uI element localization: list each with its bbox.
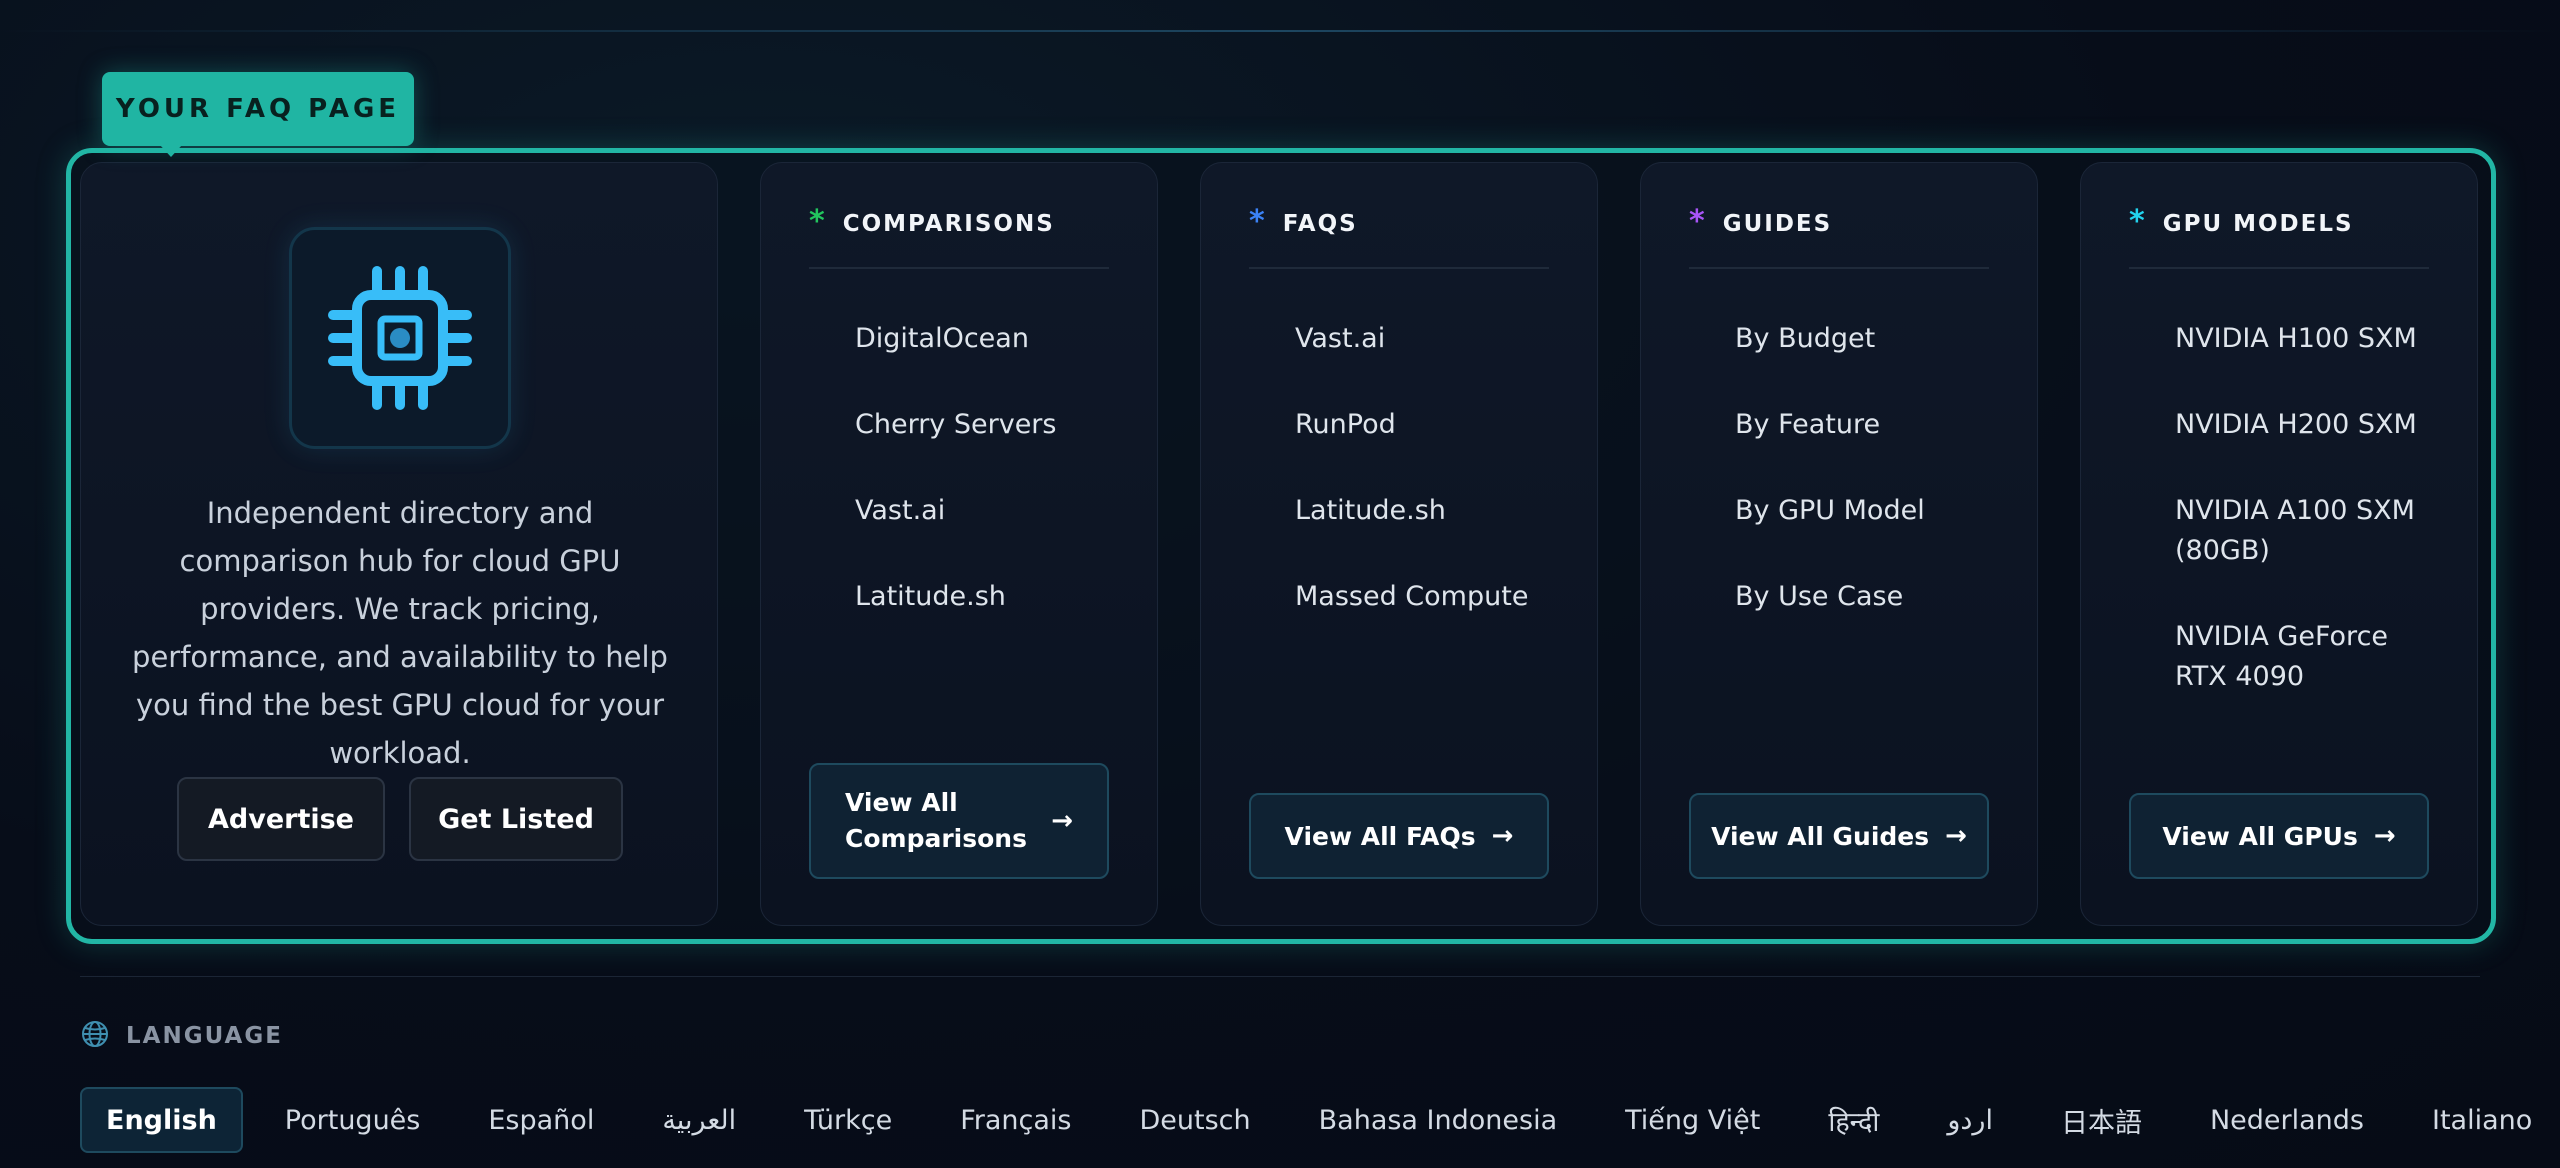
language-option-indonesian[interactable]: Bahasa Indonesia [1295, 1087, 1582, 1153]
asterisk-icon: * [1249, 204, 1265, 239]
asterisk-icon: * [809, 204, 825, 239]
language-option-english[interactable]: English [80, 1087, 243, 1153]
gpu-model-link[interactable]: NVIDIA H200 SXM [2175, 405, 2423, 445]
view-all-faqs-button[interactable]: View All FAQs → [1249, 793, 1549, 879]
gpu-model-link[interactable]: NVIDIA H100 SXM [2175, 319, 2423, 359]
guides-column: * GUIDES By Budget By Feature By GPU Mod… [1640, 162, 2038, 926]
language-option-dutch[interactable]: Nederlands [2186, 1087, 2388, 1153]
top-divider [0, 30, 2560, 32]
view-all-label: View All GPUs [2162, 821, 2358, 851]
gpu-model-link[interactable]: NVIDIA GeForce RTX 4090 [2175, 617, 2423, 697]
language-option-hindi[interactable]: हिन्दी [1804, 1087, 1903, 1153]
gpu-models-column: * GPU MODELS NVIDIA H100 SXM NVIDIA H200… [2080, 162, 2478, 926]
language-option-german[interactable]: Deutsch [1116, 1087, 1275, 1153]
comparison-link[interactable]: DigitalOcean [855, 319, 1117, 359]
faq-link[interactable]: Massed Compute [1295, 577, 1557, 617]
column-title: FAQS [1282, 211, 1358, 237]
site-description: Independent directory and comparison hub… [132, 496, 668, 770]
language-option-japanese[interactable]: 日本語 [2037, 1087, 2166, 1153]
view-all-gpus-button[interactable]: View All GPUs → [2129, 793, 2429, 879]
language-option-italian[interactable]: Italiano [2408, 1087, 2556, 1153]
comparisons-column: * COMPARISONS DigitalOcean Cherry Server… [760, 162, 1158, 926]
arrow-right-icon: → [1945, 821, 1967, 851]
column-title: COMPARISONS [842, 211, 1055, 237]
advertise-button[interactable]: Advertise [177, 777, 385, 861]
faq-link[interactable]: RunPod [1295, 405, 1557, 445]
guide-link[interactable]: By Use Case [1735, 577, 1997, 617]
guide-link[interactable]: By GPU Model [1735, 491, 1997, 531]
column-header: * COMPARISONS [809, 205, 1109, 269]
language-option-french[interactable]: Français [936, 1087, 1095, 1153]
gpu-model-link[interactable]: NVIDIA A100 SXM (80GB) [2175, 491, 2423, 571]
globe-icon [80, 1019, 110, 1053]
language-option-urdu[interactable]: اردو [1923, 1087, 2017, 1153]
arrow-right-icon: → [1051, 806, 1073, 836]
column-header: * FAQS [1249, 205, 1549, 269]
view-all-comparisons-button[interactable]: View All Comparisons → [809, 763, 1109, 879]
asterisk-icon: * [2129, 204, 2145, 239]
arrow-right-icon: → [2373, 821, 2396, 851]
faq-link[interactable]: Vast.ai [1295, 319, 1557, 359]
comparison-link[interactable]: Cherry Servers [855, 405, 1117, 445]
language-option-spanish[interactable]: Español [464, 1087, 618, 1153]
column-header: * GPU MODELS [2129, 205, 2429, 269]
comparison-link[interactable]: Vast.ai [855, 491, 1117, 531]
arrow-right-icon: → [1491, 821, 1514, 851]
view-all-label: View All Comparisons [845, 788, 1027, 853]
column-title: GPU MODELS [2162, 211, 2354, 237]
column-title: GUIDES [1722, 211, 1833, 237]
language-selector: English Português Español العربية Türkçe… [80, 1086, 2556, 1154]
guide-link[interactable]: By Feature [1735, 405, 1997, 445]
language-option-vietnamese[interactable]: Tiếng Việt [1601, 1087, 1784, 1153]
faq-link[interactable]: Latitude.sh [1295, 491, 1557, 531]
brand-card: Independent directory and comparison hub… [80, 162, 718, 926]
language-option-arabic[interactable]: العربية [638, 1087, 760, 1153]
comparison-link[interactable]: Latitude.sh [855, 577, 1117, 617]
guide-link[interactable]: By Budget [1735, 319, 1997, 359]
get-listed-button[interactable]: Get Listed [409, 777, 623, 861]
column-header: * GUIDES [1689, 205, 1989, 269]
faqs-column: * FAQS Vast.ai RunPod Latitude.sh Massed… [1200, 162, 1598, 926]
view-all-guides-button[interactable]: View All Guides → [1689, 793, 1989, 879]
faq-page-tag: YOUR FAQ PAGE [102, 72, 414, 157]
language-option-portuguese[interactable]: Português [261, 1087, 445, 1153]
view-all-label: View All Guides [1711, 821, 1930, 851]
cpu-chip-icon [289, 227, 511, 449]
footer-divider [80, 976, 2480, 977]
asterisk-icon: * [1689, 204, 1705, 239]
view-all-label: View All FAQs [1284, 821, 1476, 851]
language-option-turkish[interactable]: Türkçe [780, 1087, 916, 1153]
language-label: LANGUAGE [126, 1023, 283, 1049]
language-header: LANGUAGE [80, 1020, 283, 1052]
